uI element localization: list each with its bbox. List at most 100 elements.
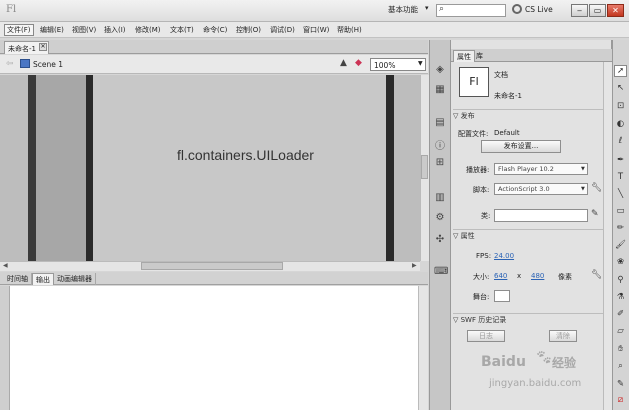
section-divider [453, 109, 603, 110]
help-search-input[interactable] [436, 4, 506, 17]
bone-tool-icon[interactable]: ⚲ [614, 275, 627, 285]
lasso-tool-icon[interactable]: ℓ [614, 136, 627, 146]
paint-bucket-tool-icon[interactable]: ⚗ [614, 292, 627, 302]
fill-color-icon[interactable]: ⧄ [614, 395, 627, 405]
hand-tool-icon[interactable]: ✋︎ [614, 344, 627, 354]
tab-library[interactable]: 库 [473, 50, 486, 62]
tab-output[interactable]: 输出 [32, 273, 54, 285]
output-gutter [0, 286, 9, 410]
components-panel-icon[interactable]: ⚙ [434, 212, 446, 223]
menu-insert[interactable]: 插入(I) [104, 25, 126, 35]
scroll-right-icon[interactable]: ▶ [412, 262, 417, 269]
size-unit: 像素 [558, 273, 572, 281]
player-label: 播放器: [466, 166, 490, 174]
stage-canvas[interactable]: fl.containers.UILoader [93, 75, 386, 261]
baidu-brand-cn: 经验 [552, 356, 577, 370]
edit-symbols-icon[interactable]: ◆ [355, 58, 362, 68]
close-button[interactable]: ✕ [607, 4, 624, 17]
properties-scrollbar[interactable] [603, 62, 612, 410]
size-separator: x [517, 272, 522, 280]
collapsed-panel-strip [429, 40, 451, 410]
publish-settings-button[interactable]: 发布设置... [481, 140, 561, 153]
wrench-icon[interactable]: 🔧︎ [591, 270, 602, 280]
tab-properties[interactable]: 属性 [453, 50, 475, 62]
tab-motion-editor[interactable]: 动画编辑器 [54, 273, 96, 285]
info-panel-icon[interactable]: ⓘ [434, 137, 446, 152]
maximize-button[interactable]: ▭ [589, 4, 606, 17]
stage-color-label: 舞台: [473, 293, 490, 301]
pen-tool-icon[interactable]: ✒ [614, 155, 627, 165]
motion-presets-icon[interactable]: ✣ [434, 234, 446, 245]
scene-label[interactable]: Scene 1 [33, 60, 63, 69]
pencil-icon[interactable]: ✎ [591, 209, 599, 219]
minimize-button[interactable]: ‒ [571, 4, 588, 17]
text-tool-icon[interactable]: T [614, 172, 627, 182]
publish-section-header[interactable]: ▽ 发布 [453, 111, 603, 121]
free-transform-tool-icon[interactable]: ⊡ [614, 101, 627, 111]
tab-timeline[interactable]: 时间轴 [4, 273, 32, 285]
wrench-icon[interactable]: 🔧︎ [591, 183, 602, 193]
rectangle-tool-icon[interactable]: ▭ [614, 206, 627, 216]
color-panel-icon[interactable]: ◈ [434, 64, 446, 75]
menu-edit[interactable]: 编辑(E) [40, 25, 64, 35]
close-tab-icon[interactable]: ✕ [39, 43, 47, 51]
chevron-down-icon[interactable]: ▼ [581, 186, 585, 192]
baidu-watermark: Baidu [481, 354, 526, 370]
library-panel-icon[interactable]: ▥ [434, 192, 446, 203]
menu-control[interactable]: 控制(O) [236, 25, 261, 35]
chevron-down-icon[interactable]: ▼ [418, 60, 423, 67]
cslive-label[interactable]: CS Live [525, 5, 553, 14]
chevron-down-icon[interactable]: ▼ [581, 166, 585, 172]
stage-area[interactable]: fl.containers.UILoader [0, 75, 420, 261]
menu-window[interactable]: 窗口(W) [303, 25, 329, 35]
transform-panel-icon[interactable]: ⊞ [434, 157, 446, 168]
stage-vertical-scroll-thumb[interactable] [421, 155, 428, 179]
pencil-tool-icon[interactable]: ✏ [614, 223, 627, 233]
edit-scene-icon[interactable]: ▲ [340, 58, 347, 68]
zoom-tool-icon[interactable]: ⌕ [614, 361, 627, 371]
brush-tool-icon[interactable]: 🖌︎ [614, 240, 627, 250]
back-arrow-icon[interactable]: ⇦ [6, 59, 14, 69]
menu-file[interactable]: 文件(F) [7, 25, 31, 35]
menu-view[interactable]: 视图(V) [72, 25, 96, 35]
clear-button[interactable]: 清除 [549, 330, 577, 342]
properties-section-header[interactable]: ▽ 属性 [453, 231, 603, 241]
scroll-left-icon[interactable]: ◀ [3, 262, 8, 269]
player-select[interactable]: Flash Player 10.2 [494, 163, 588, 175]
subselection-tool-icon[interactable]: ↖ [614, 83, 627, 93]
workspace-dropdown-icon[interactable]: ▾ [425, 4, 429, 12]
selection-tool-icon[interactable]: ➚ [614, 65, 627, 77]
log-button[interactable]: 日志 [467, 330, 505, 342]
menu-help[interactable]: 帮助(H) [337, 25, 362, 35]
height-value[interactable]: 480 [531, 272, 544, 280]
workspace-switcher[interactable]: 基本功能 [388, 4, 418, 15]
output-panel[interactable] [9, 286, 428, 410]
eraser-tool-icon[interactable]: ▱ [614, 326, 627, 336]
swf-history-header-label: SWF 历史记录 [460, 316, 507, 324]
script-select[interactable]: ActionScript 3.0 [494, 183, 588, 195]
3d-rotation-tool-icon[interactable]: ◐ [614, 119, 627, 129]
code-snippets-icon[interactable]: ⌨ [434, 266, 448, 277]
stage-horizontal-scroll-thumb[interactable] [141, 262, 283, 270]
menu-text[interactable]: 文本(T) [170, 25, 194, 35]
stroke-color-icon[interactable]: ✎ [614, 379, 627, 389]
swatches-panel-icon[interactable]: ▦ [434, 84, 446, 95]
cslive-icon[interactable] [512, 4, 522, 14]
class-input[interactable] [494, 209, 588, 222]
fps-value[interactable]: 24.00 [494, 252, 514, 260]
app-logo: Fl [6, 4, 17, 15]
menu-commands[interactable]: 命令(C) [203, 25, 227, 35]
swf-history-section-header[interactable]: ▽ SWF 历史记录 [453, 315, 603, 325]
menu-debug[interactable]: 调试(D) [270, 25, 295, 35]
eyedropper-tool-icon[interactable]: ✐ [614, 309, 627, 319]
stage-color-swatch[interactable] [494, 290, 510, 302]
deco-tool-icon[interactable]: ❀ [614, 257, 627, 267]
edit-bar [0, 55, 428, 74]
align-panel-icon[interactable]: ▤ [434, 117, 446, 128]
width-value[interactable]: 640 [494, 272, 507, 280]
pasteboard-right [394, 75, 420, 261]
menu-modify[interactable]: 修改(M) [135, 25, 161, 35]
line-tool-icon[interactable]: ╲ [614, 189, 627, 199]
output-scrollbar[interactable] [418, 286, 428, 410]
document-tab-bar [0, 40, 428, 54]
